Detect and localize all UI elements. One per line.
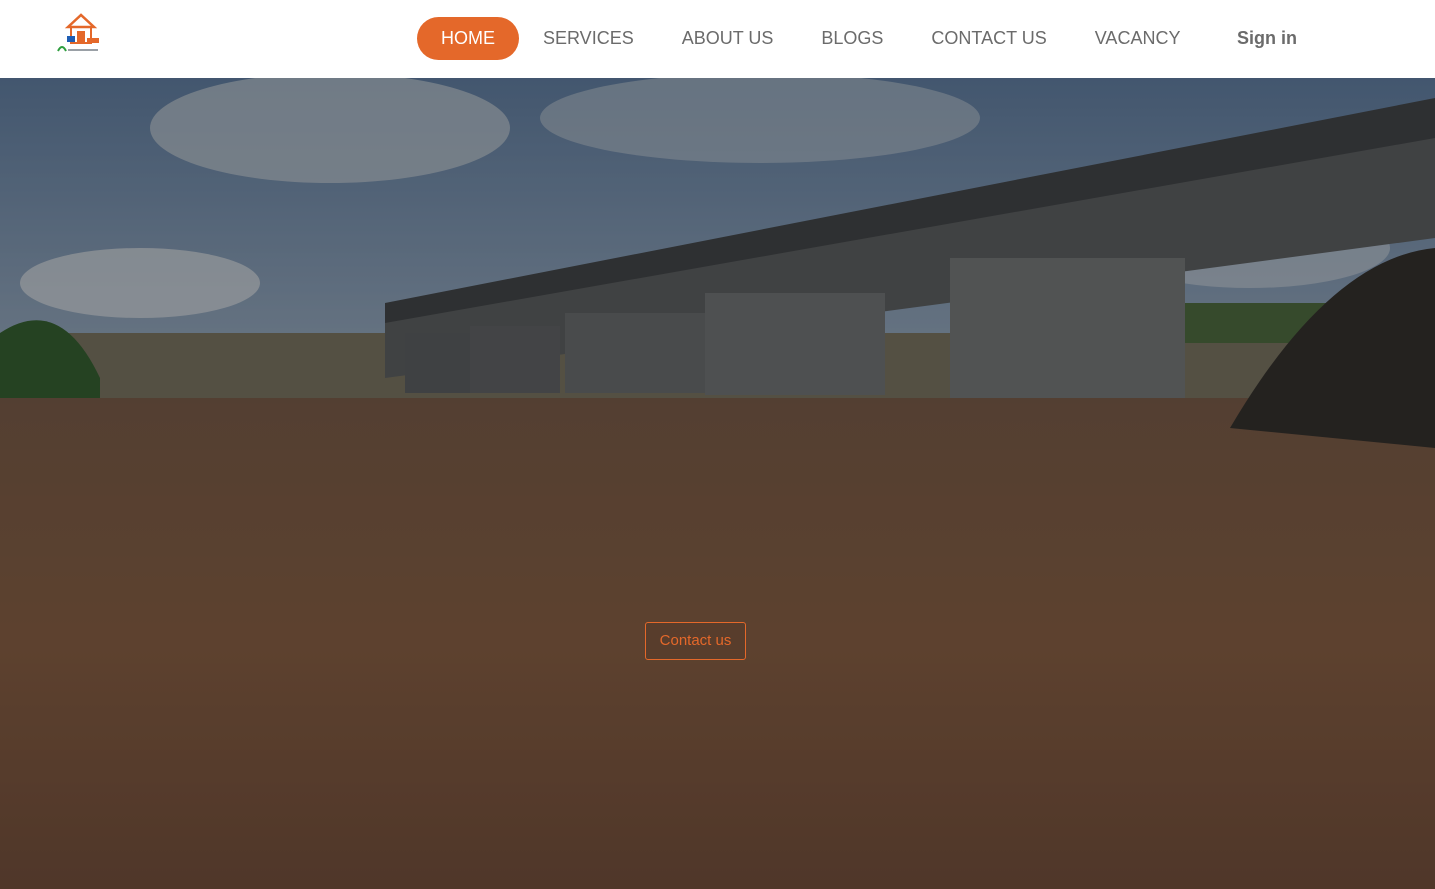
nav-vacancy[interactable]: VACANCY — [1071, 17, 1205, 60]
hero-dim-overlay — [0, 78, 1435, 889]
nav-blogs[interactable]: BLOGS — [797, 17, 907, 60]
hero-section: Contact us — [0, 78, 1435, 889]
nav-home[interactable]: HOME — [417, 17, 519, 60]
nav-services[interactable]: SERVICES — [519, 17, 658, 60]
main-nav: HOME SERVICES ABOUT US BLOGS CONTACT US … — [417, 17, 1204, 60]
house-logo-icon[interactable] — [54, 11, 108, 57]
site-header: HOME SERVICES ABOUT US BLOGS CONTACT US … — [0, 0, 1435, 78]
nav-contact-us[interactable]: CONTACT US — [907, 17, 1070, 60]
contact-us-button[interactable]: Contact us — [645, 622, 746, 660]
nav-about-us[interactable]: ABOUT US — [658, 17, 798, 60]
sign-in-link[interactable]: Sign in — [1237, 17, 1297, 60]
